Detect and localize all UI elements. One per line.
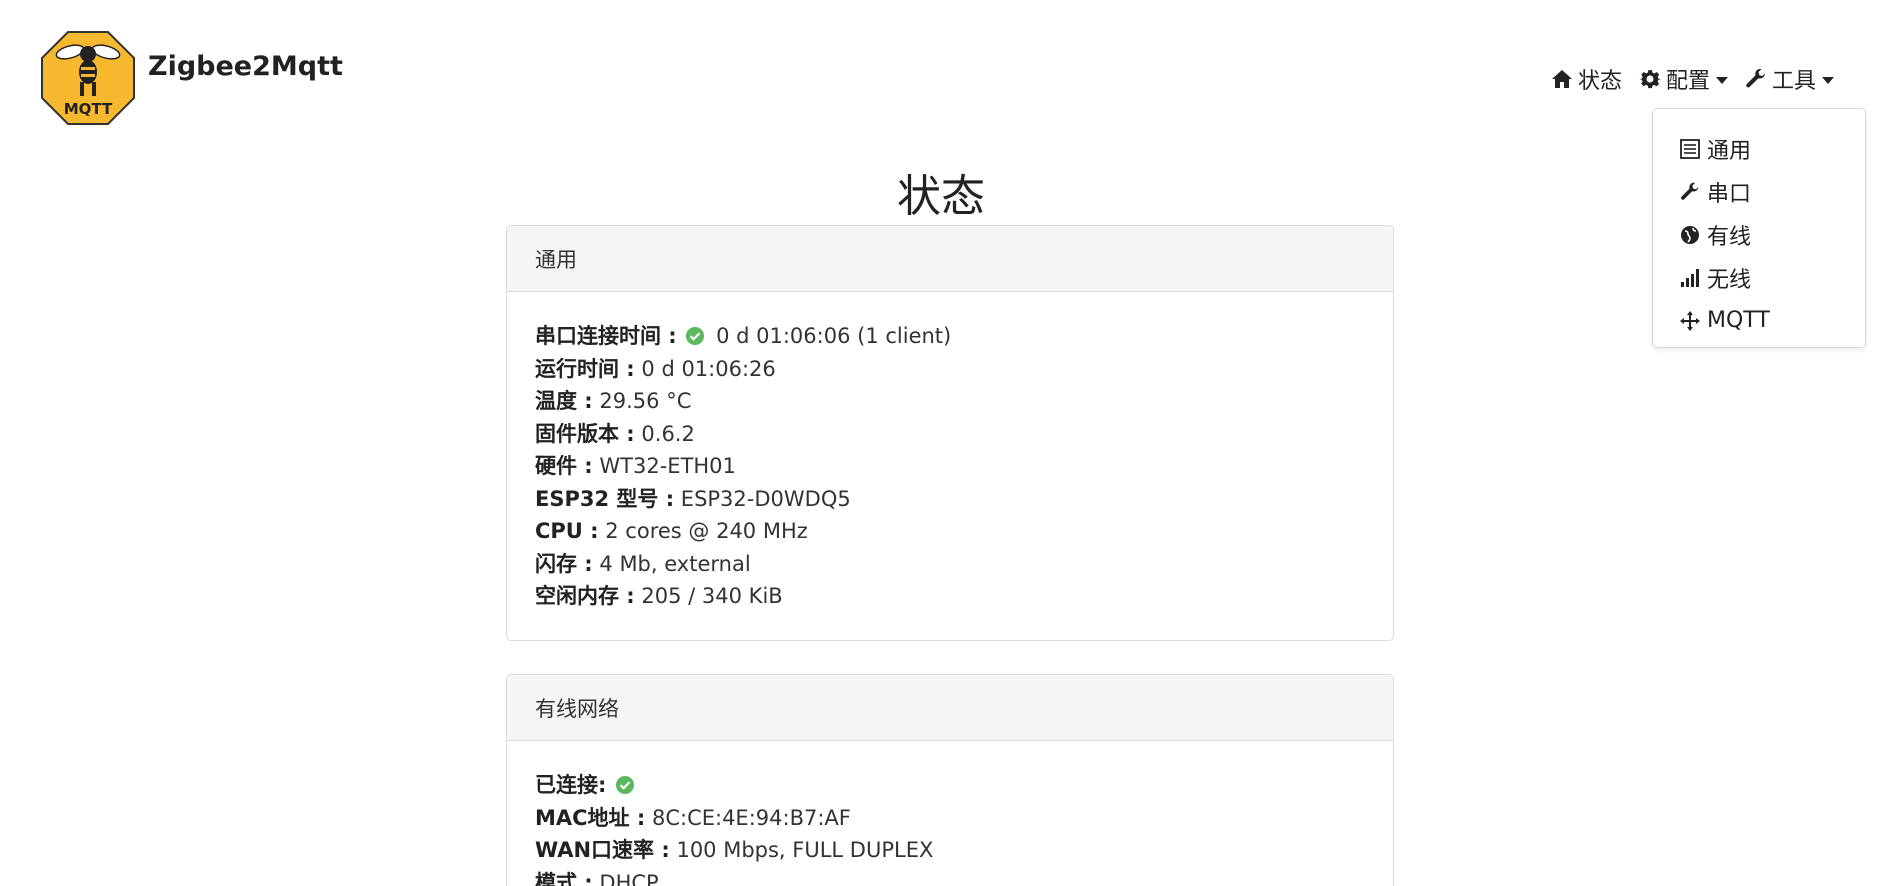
row-value: 29.56 °C [599,389,692,413]
check-circle-icon [686,327,705,345]
info-row-connected: 已连接: [535,769,1365,802]
row-label: 温度 : [535,389,593,413]
row-label: 空闲内存 : [535,584,635,608]
info-row-firmware: 固件版本 : 0.6.2 [535,418,1365,451]
row-value: DHCP [599,870,659,886]
signal-icon [1681,268,1699,287]
info-row-free-memory: 空闲内存 : 205 / 340 KiB [535,580,1365,613]
info-row-flash: 闪存 : 4 Mb, external [535,548,1365,581]
move-arrows-icon [1680,310,1700,331]
config-dropdown-menu: 通用 串口 有线 无线 MQTT [1652,108,1866,348]
chevron-down-icon [1822,76,1834,84]
svg-text:MQTT: MQTT [64,100,113,118]
info-row-mac: MAC地址 : 8C:CE:4E:94:B7:AF [535,802,1365,835]
page-title: 状态 [897,171,985,222]
wrench-icon [1746,68,1765,88]
check-circle-icon [616,776,635,794]
gear-icon [1639,70,1661,89]
panel-heading: 通用 [507,226,1393,292]
info-row-esp32-model: ESP32 型号 : ESP32-D0WDQ5 [535,483,1365,516]
page: MQTT Zigbee2Mqtt 状态 配置 工具 通用 串口 有线 无线 MQ… [0,0,1882,886]
row-value: ESP32-D0WDQ5 [680,486,851,511]
nav-tools[interactable]: 工具 [1744,63,1834,95]
row-value: 205 / 340 KiB [641,584,783,608]
dropdown-item-mqtt[interactable]: MQTT [1653,299,1865,342]
row-label: 固件版本 : [535,421,635,446]
wired-network-panel: 有线网络 已连接: MAC地址 : 8C:CE:4E:94:B7:AF WAN口… [506,674,1394,886]
panel-body: 串口连接时间 : 0 d 01:06:06 (1 client) 运行时间 : … [507,292,1393,633]
nav-status-label: 状态 [1577,69,1622,94]
row-value: 4 Mb, external [599,551,751,576]
info-row-mode: 模式 : DHCP [535,867,1365,886]
row-label: 运行时间 : [535,356,635,381]
row-value: 2 cores @ 240 MHz [605,519,808,543]
dropdown-item-label: 无线 [1707,267,1752,293]
row-label: 硬件 : [535,454,593,478]
zigbee-bee-logo-icon: MQTT [41,31,135,125]
row-label: 闪存 : [535,551,593,576]
brand[interactable]: MQTT Zigbee2Mqtt [40,30,343,126]
info-row-wan-speed: WAN口速率 : 100 Mbps, FULL DUPLEX [535,834,1365,867]
nav-config-label: 配置 [1665,69,1710,94]
row-label: ESP32 型号 : [535,486,675,511]
row-label: 串口连接时间 : [535,324,677,348]
panel-body: 已连接: MAC地址 : 8C:CE:4E:94:B7:AF WAN口速率 : … [507,741,1393,886]
panel-heading: 有线网络 [507,675,1393,741]
nav-config[interactable]: 配置 [1638,63,1728,95]
info-row-temperature: 温度 : 29.56 °C [535,385,1365,418]
row-label: MAC地址 : [535,805,646,830]
row-value: 0 d 01:06:06 (1 client) [716,324,952,348]
row-label: 已连接: [535,773,607,797]
globe-icon [1681,225,1699,244]
info-row-serial-uptime: 串口连接时间 : 0 d 01:06:06 (1 client) [535,320,1365,353]
list-icon [1680,138,1700,159]
top-nav: 状态 配置 工具 [1550,63,1834,95]
dropdown-item-label: MQTT [1707,308,1770,333]
row-value: WT32-ETH01 [599,454,736,478]
row-value: 100 Mbps, FULL DUPLEX [676,838,934,862]
chevron-down-icon [1715,76,1728,84]
info-row-hardware: 硬件 : WT32-ETH01 [535,450,1365,483]
row-label: CPU : [535,519,599,543]
row-value: 0 d 01:06:26 [641,356,776,381]
row-value: 8C:CE:4E:94:B7:AF [651,805,851,830]
home-icon [1551,70,1572,88]
info-row-cpu: CPU : 2 cores @ 240 MHz [535,515,1365,548]
row-label: WAN口速率 : [535,838,670,862]
brand-name[interactable]: Zigbee2Mqtt [148,51,343,82]
info-row-uptime: 运行时间 : 0 d 01:06:26 [535,353,1365,386]
general-panel: 通用 串口连接时间 : 0 d 01:06:06 (1 client) 运行时间… [506,225,1394,641]
row-value: 0.6.2 [641,421,695,446]
nav-status[interactable]: 状态 [1550,63,1622,95]
row-label: 模式 : [535,870,593,886]
nav-tools-label: 工具 [1771,69,1816,94]
dropdown-item-wireless[interactable]: 无线 [1653,256,1865,299]
